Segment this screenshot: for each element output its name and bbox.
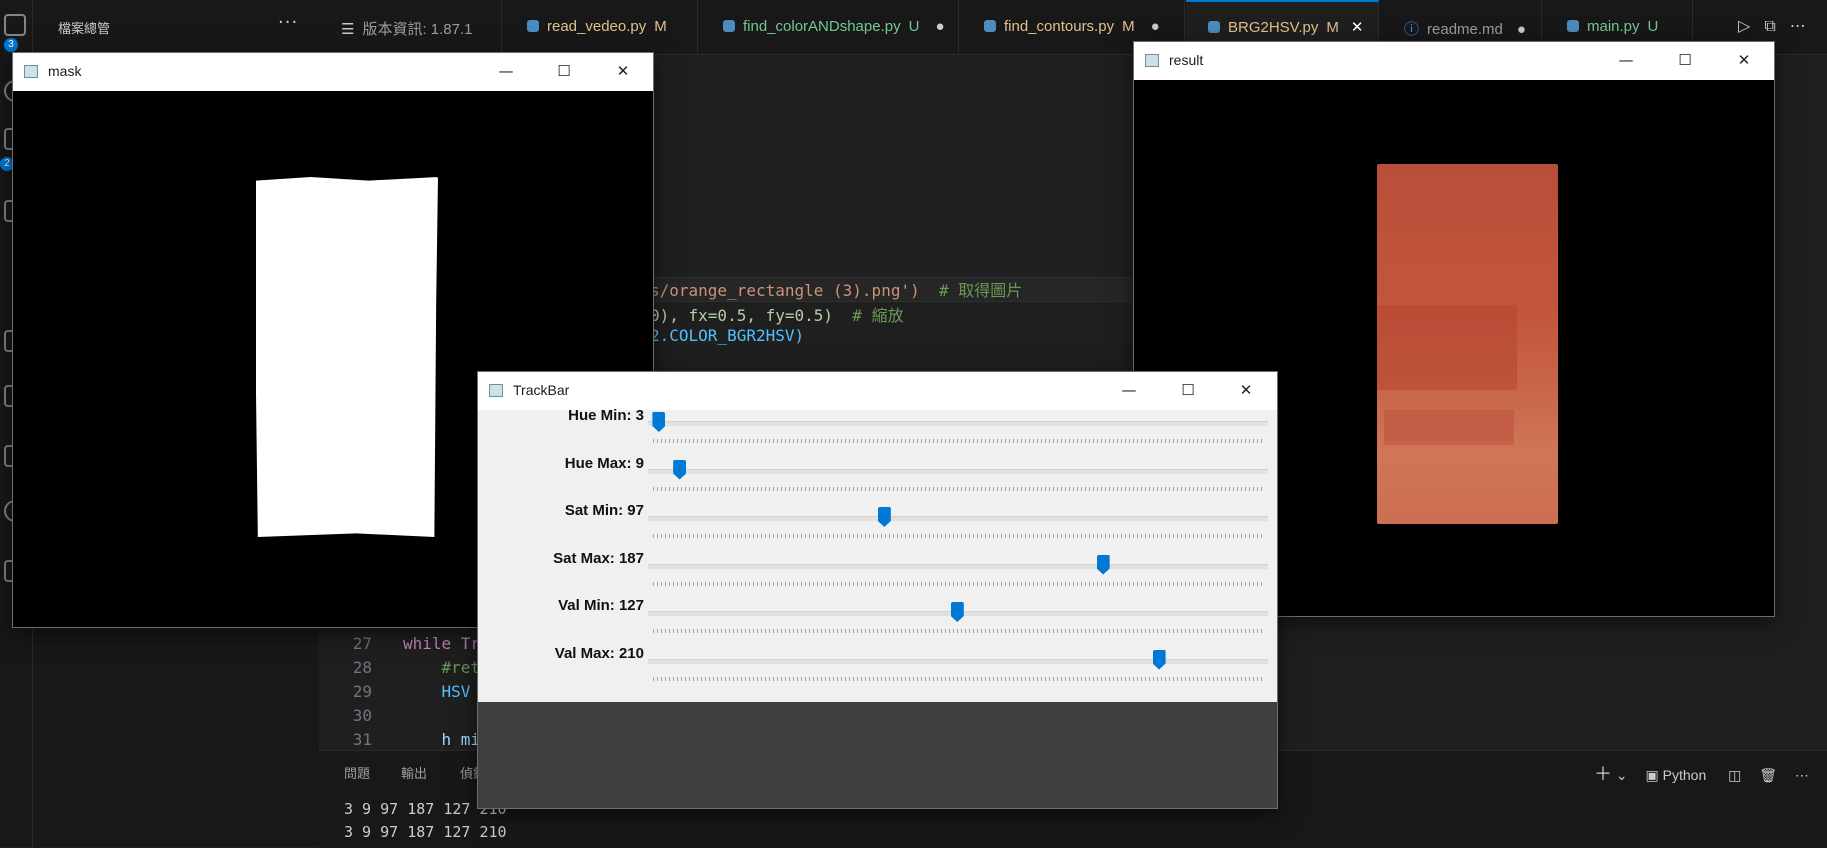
window-title: TrackBar: [513, 382, 570, 398]
trackbar-ticks: [653, 581, 1263, 586]
trackbar-slider[interactable]: [648, 421, 1268, 426]
tab-problems[interactable]: 問題: [344, 763, 370, 782]
trackbar-ticks: [653, 676, 1263, 681]
trackbar-slider[interactable]: [648, 468, 1268, 474]
trackbar-thumb[interactable]: [950, 602, 964, 622]
close-tab-icon[interactable]: ✕: [1351, 19, 1364, 36]
trackbar-label: Hue Min: 3: [568, 407, 644, 424]
minimize-icon[interactable]: —: [1119, 380, 1139, 400]
trackbar-slider[interactable]: [648, 516, 1268, 521]
code-line: #ret: [403, 658, 481, 677]
run-icon[interactable]: ▷: [1738, 16, 1764, 35]
shade-region: [1377, 305, 1517, 390]
maximize-icon[interactable]: ☐: [1675, 50, 1695, 70]
code-line: 2.COLOR_BGR2HSV): [650, 326, 805, 345]
code-line: while Tr: [403, 634, 481, 653]
code-line: HSV: [403, 682, 471, 701]
python-file-icon: [723, 20, 735, 32]
trackbar-label: Hue Max: 9: [564, 454, 644, 472]
explorer-icon[interactable]: [4, 14, 26, 36]
trackbar-ticks: [653, 439, 1263, 443]
trackbar-ticks: [653, 534, 1263, 538]
trackbar-titlebar[interactable]: TrackBar — ☐ ✕: [478, 372, 1277, 410]
trackbar-label: Val Max: 210: [554, 644, 644, 662]
line-number: 27: [352, 634, 372, 653]
python-file-icon: [527, 20, 539, 32]
new-terminal-icon[interactable]: ＋: [1594, 764, 1612, 784]
more-actions-icon[interactable]: ···: [278, 12, 298, 33]
line-number: 29: [352, 682, 372, 701]
close-icon[interactable]: ✕: [1734, 50, 1754, 70]
line-number: 28: [352, 658, 372, 677]
split-editor-icon[interactable]: ⧉: [1764, 16, 1789, 35]
trackbar-label: Sat Max: 187: [553, 549, 644, 567]
close-icon[interactable]: ✕: [1236, 380, 1256, 400]
mask-titlebar[interactable]: mask — ☐ ✕: [13, 53, 653, 91]
shade-region: [1384, 410, 1514, 445]
trash-icon[interactable]: 🗑: [1759, 767, 1777, 783]
mask-white-region: [256, 177, 438, 537]
trackbar-thumb[interactable]: [1096, 554, 1110, 575]
close-icon[interactable]: ✕: [613, 61, 633, 81]
terminal-output-line: 3 9 97 187 127 210: [344, 823, 507, 841]
maximize-icon[interactable]: ☐: [554, 61, 574, 81]
window-icon: [489, 384, 503, 397]
chevron-down-icon[interactable]: ⌄: [1616, 767, 1628, 783]
tab-find-colorandshape[interactable]: find_colorANDshape.py U ●: [699, 0, 959, 54]
split-terminal-icon[interactable]: ◫: [1728, 767, 1741, 783]
line-number: 31: [352, 730, 372, 749]
trackbar-window[interactable]: TrackBar — ☐ ✕ Hue Min: 3 Hue Max: 9 Sat M…: [477, 371, 1278, 809]
unsaved-dot-icon: ●: [1516, 21, 1526, 38]
unsaved-dot-icon: ●: [1150, 18, 1160, 35]
trackbar-thumb[interactable]: [652, 412, 666, 432]
window-title: mask: [48, 63, 82, 79]
sidebar-title: 檔案總管: [58, 22, 111, 37]
explorer-badge: 3: [4, 38, 18, 52]
trackbar-thumb[interactable]: [673, 459, 687, 480]
maximize-icon[interactable]: ☐: [1178, 380, 1198, 400]
minimize-icon[interactable]: —: [1616, 50, 1636, 70]
more-icon[interactable]: ⋯: [1790, 16, 1820, 35]
trackbar-thumb[interactable]: [877, 507, 891, 527]
minimize-icon[interactable]: —: [496, 61, 516, 81]
more-icon[interactable]: ⋯: [1795, 767, 1809, 783]
tab-output[interactable]: 輸出: [401, 763, 427, 782]
trackbar-label: Sat Min: 97: [564, 502, 644, 519]
unsaved-dot-icon: ●: [935, 18, 945, 35]
python-file-icon: [1567, 20, 1579, 32]
code-line: 0), fx=0.5, fy=0.5) # 縮放: [650, 306, 904, 325]
code-line: h mi: [403, 730, 481, 749]
window-icon: [1145, 54, 1159, 67]
info-icon: ⓘ: [1404, 21, 1420, 38]
window-icon: [24, 65, 38, 78]
window-title: result: [1169, 52, 1204, 68]
trackbar-label: Val Min: 127: [558, 597, 644, 614]
tab-read-vedeo[interactable]: read_vedeo.py M: [503, 0, 698, 54]
trackbar-ticks: [653, 486, 1263, 491]
result-titlebar[interactable]: result — ☐ ✕: [1134, 42, 1774, 80]
python-file-icon: [984, 20, 996, 32]
panel-actions: ＋ ⌄ ▣ Python ◫ 🗑 ⋯: [1594, 760, 1809, 786]
terminal-label[interactable]: Python: [1663, 767, 1707, 783]
python-file-icon: [1208, 21, 1220, 33]
trackbar-ticks: [653, 629, 1263, 633]
editor-actions: ▷⧉⋯: [1738, 16, 1820, 36]
terminal-icon: ▣: [1645, 767, 1659, 783]
version-icon: ☰: [341, 21, 355, 38]
trackbar-thumb[interactable]: [1152, 649, 1166, 670]
line-number: 30: [352, 706, 372, 725]
code-line: s/orange_rectangle (3).png') # 取得圖片: [650, 281, 1023, 300]
trackbar-slider[interactable]: [648, 563, 1268, 569]
trackbar-image-area: [478, 702, 1277, 808]
trackbar-slider[interactable]: [648, 658, 1268, 664]
tab-version-info[interactable]: ☰ 版本資訊: 1.87.1: [319, 0, 502, 54]
